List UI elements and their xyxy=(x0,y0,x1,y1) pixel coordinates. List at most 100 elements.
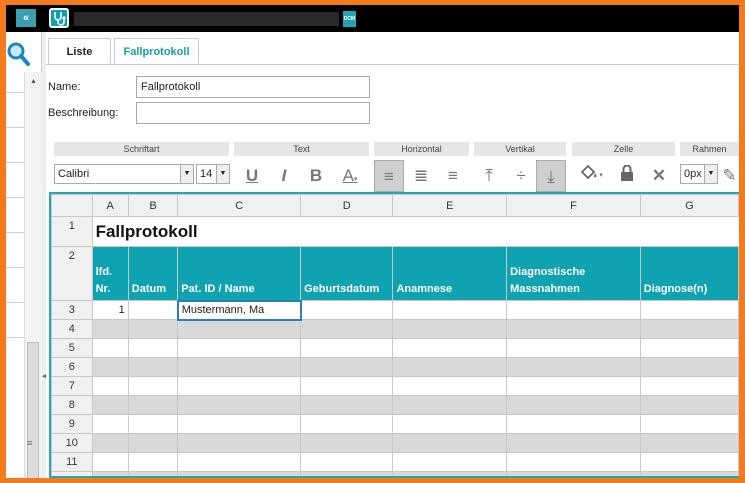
row-header[interactable]: 1 xyxy=(51,216,93,247)
table-cell[interactable] xyxy=(91,433,129,453)
table-cell[interactable] xyxy=(300,338,394,358)
chevron-down-icon[interactable]: ▼ xyxy=(704,165,717,183)
chevron-down-icon[interactable]: ▼ xyxy=(216,165,229,183)
sheet-title-cell[interactable]: Fallprotokoll xyxy=(91,216,302,247)
table-cell[interactable] xyxy=(300,433,394,453)
border-width-select[interactable]: 0px ▼ xyxy=(680,164,718,184)
table-cell[interactable] xyxy=(392,357,508,377)
table-cell[interactable] xyxy=(177,395,302,415)
align-right-icon[interactable]: ≡ xyxy=(438,160,468,192)
table-cell[interactable] xyxy=(91,319,129,339)
table-cell[interactable] xyxy=(639,376,739,396)
table-cell[interactable] xyxy=(127,300,179,320)
scroll-up-icon[interactable]: ▲ xyxy=(30,78,37,85)
table-cell[interactable] xyxy=(91,338,129,358)
align-justify-icon[interactable]: ≣ xyxy=(406,160,436,192)
table-cell[interactable] xyxy=(127,452,179,472)
chevron-down-icon[interactable]: ▼ xyxy=(180,165,193,183)
collapse-sidebar-icon[interactable]: « xyxy=(16,9,36,27)
table-cell[interactable] xyxy=(639,395,739,415)
table-cell[interactable] xyxy=(639,433,739,453)
column-header[interactable]: F xyxy=(506,194,641,217)
tab-fallprotokoll[interactable]: Fallprotokoll xyxy=(114,38,199,65)
italic-icon[interactable]: I xyxy=(269,160,299,192)
table-cell[interactable] xyxy=(506,433,641,453)
table-cell[interactable] xyxy=(639,452,739,472)
header-cell[interactable]: Geburtsdatum xyxy=(300,246,394,301)
selected-cell[interactable]: Mustermann, Ma xyxy=(176,299,302,321)
row-header[interactable]: 5 xyxy=(51,338,93,358)
header-cell[interactable]: Pat. ID / Name xyxy=(177,246,302,301)
table-cell[interactable] xyxy=(91,414,129,434)
scrollbar-thumb[interactable] xyxy=(27,342,39,478)
align-top-icon[interactable]: ⤒ xyxy=(474,160,504,192)
lock-icon[interactable] xyxy=(612,160,642,192)
table-cell[interactable] xyxy=(91,452,129,472)
column-header[interactable]: G xyxy=(639,194,739,217)
table-cell[interactable] xyxy=(392,433,508,453)
table-cell[interactable] xyxy=(127,433,179,453)
row-header[interactable]: 7 xyxy=(51,376,93,396)
table-cell[interactable] xyxy=(392,414,508,434)
table-cell[interactable] xyxy=(300,357,394,377)
table-cell[interactable] xyxy=(392,376,508,396)
table-cell[interactable] xyxy=(506,300,641,320)
table-cell[interactable] xyxy=(300,376,394,396)
table-cell[interactable] xyxy=(639,357,739,377)
align-bottom-icon[interactable]: ⤓ xyxy=(536,160,566,192)
spreadsheet[interactable]: A B C D E F G 1 Fallprotokoll 2 lfd. Nr.… xyxy=(49,192,739,478)
table-cell[interactable] xyxy=(506,338,641,358)
table-cell[interactable] xyxy=(639,216,739,247)
table-cell[interactable] xyxy=(300,216,394,247)
table-cell[interactable] xyxy=(177,319,302,339)
table-cell[interactable] xyxy=(639,319,739,339)
table-cell[interactable] xyxy=(392,300,508,320)
row-header[interactable]: 12 xyxy=(51,471,93,476)
table-cell[interactable] xyxy=(392,452,508,472)
font-color-icon[interactable]: A▾ xyxy=(333,160,367,192)
table-cell[interactable] xyxy=(127,376,179,396)
stethoscope-icon[interactable] xyxy=(49,8,69,28)
search-icon[interactable] xyxy=(6,40,30,68)
header-cell[interactable]: Diagnostische Massnahmen xyxy=(506,246,641,301)
table-cell[interactable] xyxy=(392,395,508,415)
row-header[interactable]: 11 xyxy=(51,452,93,472)
row-header[interactable]: 6 xyxy=(51,357,93,377)
table-cell[interactable] xyxy=(300,395,394,415)
row-header[interactable]: 2 xyxy=(51,246,93,301)
table-cell[interactable] xyxy=(177,376,302,396)
table-cell[interactable] xyxy=(506,452,641,472)
table-cell[interactable] xyxy=(300,452,394,472)
row-header[interactable]: 9 xyxy=(51,414,93,434)
column-header[interactable]: A xyxy=(91,194,129,217)
table-cell[interactable] xyxy=(127,414,179,434)
underline-icon[interactable]: U xyxy=(237,160,267,192)
table-cell[interactable] xyxy=(127,357,179,377)
table-cell[interactable] xyxy=(392,216,508,247)
fill-color-icon[interactable]: ▾ xyxy=(572,160,610,192)
table-cell[interactable] xyxy=(506,216,641,247)
table-cell[interactable] xyxy=(300,319,394,339)
table-cell[interactable] xyxy=(506,357,641,377)
column-header[interactable]: E xyxy=(392,194,508,217)
table-cell[interactable] xyxy=(300,414,394,434)
table-cell[interactable] xyxy=(506,376,641,396)
font-select[interactable]: Calibri ▼ xyxy=(54,164,194,184)
clear-format-icon[interactable]: ✕ xyxy=(644,160,674,192)
row-header[interactable]: 8 xyxy=(51,395,93,415)
table-cell[interactable] xyxy=(506,395,641,415)
header-cell[interactable]: Diagnose(n) xyxy=(639,246,739,301)
name-input[interactable]: Fallprotokoll xyxy=(136,76,370,98)
table-cell[interactable] xyxy=(91,395,129,415)
table-cell[interactable] xyxy=(91,471,129,476)
table-cell[interactable] xyxy=(639,338,739,358)
column-header[interactable]: B xyxy=(127,194,179,217)
table-cell[interactable] xyxy=(127,338,179,358)
dcm-badge-icon[interactable]: DCM xyxy=(343,11,356,27)
table-cell[interactable] xyxy=(91,376,129,396)
table-cell[interactable] xyxy=(177,414,302,434)
row-header[interactable]: 4 xyxy=(51,319,93,339)
table-cell[interactable] xyxy=(127,395,179,415)
align-left-icon[interactable]: ≡ xyxy=(374,160,404,192)
table-cell[interactable] xyxy=(300,300,394,320)
